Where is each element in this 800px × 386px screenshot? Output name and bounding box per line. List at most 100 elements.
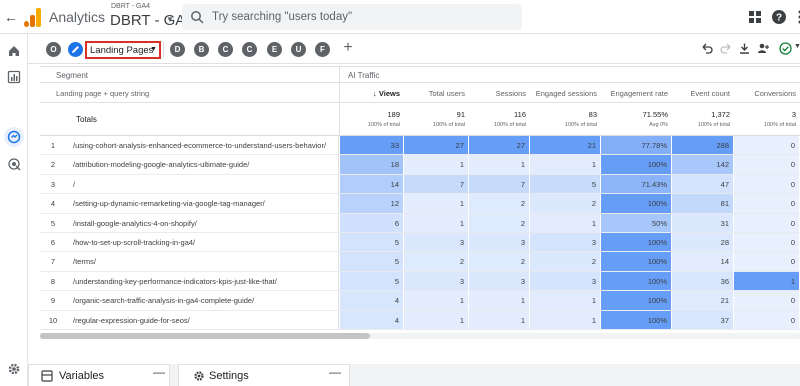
tab-active-edit[interactable]	[68, 42, 83, 57]
cell-total-users[interactable]: 1	[404, 213, 469, 232]
cell-event-count[interactable]: 47	[672, 174, 734, 194]
table-row[interactable]: 9/organic-search-traffic-analysis-in-ga4…	[40, 291, 800, 311]
table-row[interactable]: 5/install-google-analytics-4-on-shopify/…	[40, 213, 800, 233]
landing-page-cell[interactable]: /using-cohort-analysis-enhanced-ecommerc…	[73, 136, 326, 155]
header-views[interactable]: ↓ Views	[340, 89, 400, 98]
cell-engaged-sessions[interactable]: 3	[530, 271, 601, 291]
cell-sessions[interactable]: 27	[469, 136, 530, 155]
table-row[interactable]: 6/how-to-set-up-scroll-tracking-in-ga4/5…	[40, 233, 800, 253]
cell-sessions[interactable]: 2	[469, 194, 530, 213]
table-row[interactable]: 2/attribution-modeling-google-analytics-…	[40, 155, 800, 175]
cell-engagement-rate[interactable]: 100%	[601, 155, 672, 174]
cell-engaged-sessions[interactable]: 1	[530, 213, 601, 232]
cell-engaged-sessions[interactable]: 2	[530, 252, 601, 271]
cell-engaged-sessions[interactable]: 2	[530, 194, 601, 213]
landing-page-cell[interactable]: /terms/	[73, 252, 96, 271]
cell-event-count[interactable]: 14	[672, 252, 734, 271]
cell-event-count[interactable]: 36	[672, 271, 734, 291]
cell-engaged-sessions[interactable]: 3	[530, 233, 601, 252]
cell-engagement-rate[interactable]: 100%	[601, 233, 672, 252]
table-row[interactable]: 8/understanding-key-performance-indicato…	[40, 271, 800, 292]
cell-engagement-rate[interactable]: 100%	[601, 194, 672, 213]
cell-engagement-rate[interactable]: 100%	[601, 291, 672, 310]
cell-conversions[interactable]: 1	[734, 271, 800, 291]
cell-engaged-sessions[interactable]: 21	[530, 136, 601, 155]
search-bar[interactable]	[182, 4, 522, 30]
tab-b[interactable]: B	[194, 42, 209, 57]
variables-minimize-icon[interactable]: —	[153, 366, 165, 378]
cell-views[interactable]: 14	[340, 174, 404, 194]
more-vert-icon[interactable]	[792, 9, 800, 25]
table-row[interactable]: 10/regular-expression-guide-for-seos/4 1 1…	[40, 310, 800, 330]
header-sessions[interactable]: Sessions	[469, 89, 526, 98]
admin-gear-icon[interactable]	[7, 362, 21, 376]
table-row[interactable]: 1/using-cohort-analysis-enhanced-ecommer…	[40, 136, 800, 156]
back-arrow-icon[interactable]: ←	[3, 8, 19, 26]
cell-views[interactable]: 5	[340, 252, 404, 271]
explore-icon[interactable]	[7, 130, 21, 144]
cell-engagement-rate[interactable]: 100%	[601, 252, 672, 271]
landing-page-cell[interactable]: /how-to-set-up-scroll-tracking-in-ga4/	[73, 233, 195, 252]
cell-engaged-sessions[interactable]: 1	[530, 155, 601, 174]
table-row[interactable]: 4/setting-up-dynamic-remarketing-via-goo…	[40, 194, 800, 214]
header-event-count[interactable]: Event count	[672, 89, 730, 98]
landing-page-cell[interactable]: /setting-up-dynamic-remarketing-via-goog…	[73, 194, 265, 213]
cell-event-count[interactable]: 288	[672, 136, 734, 155]
cell-total-users[interactable]: 1	[404, 194, 469, 213]
advertising-icon[interactable]	[7, 157, 21, 171]
cell-engaged-sessions[interactable]: 1	[530, 291, 601, 310]
cell-views[interactable]: 6	[340, 213, 404, 232]
cell-views[interactable]: 12	[340, 194, 404, 213]
cell-total-users[interactable]: 3	[404, 233, 469, 252]
download-icon[interactable]	[738, 42, 751, 55]
table-row[interactable]: 7/terms/5 2 2 2 100% 14 0	[40, 252, 800, 272]
cell-sessions[interactable]: 3	[469, 233, 530, 252]
tab-f[interactable]: F	[315, 42, 330, 57]
cell-total-users[interactable]: 1	[404, 155, 469, 174]
cell-sessions[interactable]: 2	[469, 252, 530, 271]
cell-conversions[interactable]: 0	[734, 194, 800, 213]
header-conversions[interactable]: Conversions	[734, 89, 796, 98]
tab-c2[interactable]: C	[242, 42, 257, 57]
cell-views[interactable]: 5	[340, 233, 404, 252]
tab-landing-pages[interactable]: Landing Pages ▼	[85, 41, 161, 59]
share-user-icon[interactable]	[757, 42, 770, 55]
cell-event-count[interactable]: 21	[672, 291, 734, 310]
settings-panel[interactable]: Settings —	[178, 364, 350, 386]
tab-d[interactable]: D	[170, 42, 185, 57]
cell-total-users[interactable]: 27	[404, 136, 469, 155]
header-engagement-rate[interactable]: Engagement rate	[601, 89, 668, 98]
cell-views[interactable]: 4	[340, 310, 404, 329]
cell-sessions[interactable]: 1	[469, 291, 530, 310]
cell-views[interactable]: 5	[340, 271, 404, 291]
table-row[interactable]: 3/14 7 7 5 71.43% 47 0	[40, 174, 800, 195]
header-total-users[interactable]: Total users	[404, 89, 465, 98]
tab-c1[interactable]: C	[218, 42, 233, 57]
cell-engaged-sessions[interactable]: 5	[530, 174, 601, 194]
cell-conversions[interactable]: 0	[734, 155, 800, 174]
cell-total-users[interactable]: 1	[404, 291, 469, 310]
cell-event-count[interactable]: 142	[672, 155, 734, 174]
landing-page-cell[interactable]: /organic-search-traffic-analysis-in-ga4-…	[73, 291, 254, 310]
redo-icon[interactable]	[720, 42, 733, 55]
cell-event-count[interactable]: 28	[672, 233, 734, 252]
cell-total-users[interactable]: 7	[404, 174, 469, 194]
cell-conversions[interactable]: 0	[734, 174, 800, 194]
cell-sessions[interactable]: 7	[469, 174, 530, 194]
settings-minimize-icon[interactable]: —	[329, 366, 341, 378]
chevron-down-icon[interactable]: ▼	[166, 15, 174, 24]
landing-page-cell[interactable]: /install-google-analytics-4-on-shopify/	[73, 214, 197, 233]
cell-event-count[interactable]: 81	[672, 194, 734, 213]
search-input[interactable]	[212, 8, 512, 26]
add-tab-button[interactable]: +	[339, 39, 357, 57]
variables-panel[interactable]: Variables —	[28, 364, 170, 386]
horizontal-scrollbar[interactable]	[40, 333, 800, 339]
landing-page-cell[interactable]: /	[73, 175, 75, 194]
cell-sessions[interactable]: 3	[469, 271, 530, 291]
cell-total-users[interactable]: 2	[404, 252, 469, 271]
tab-e[interactable]: E	[267, 42, 282, 57]
cell-engaged-sessions[interactable]: 1	[530, 310, 601, 329]
cell-views[interactable]: 4	[340, 291, 404, 310]
cell-conversions[interactable]: 0	[734, 233, 800, 252]
home-icon[interactable]	[7, 44, 21, 58]
